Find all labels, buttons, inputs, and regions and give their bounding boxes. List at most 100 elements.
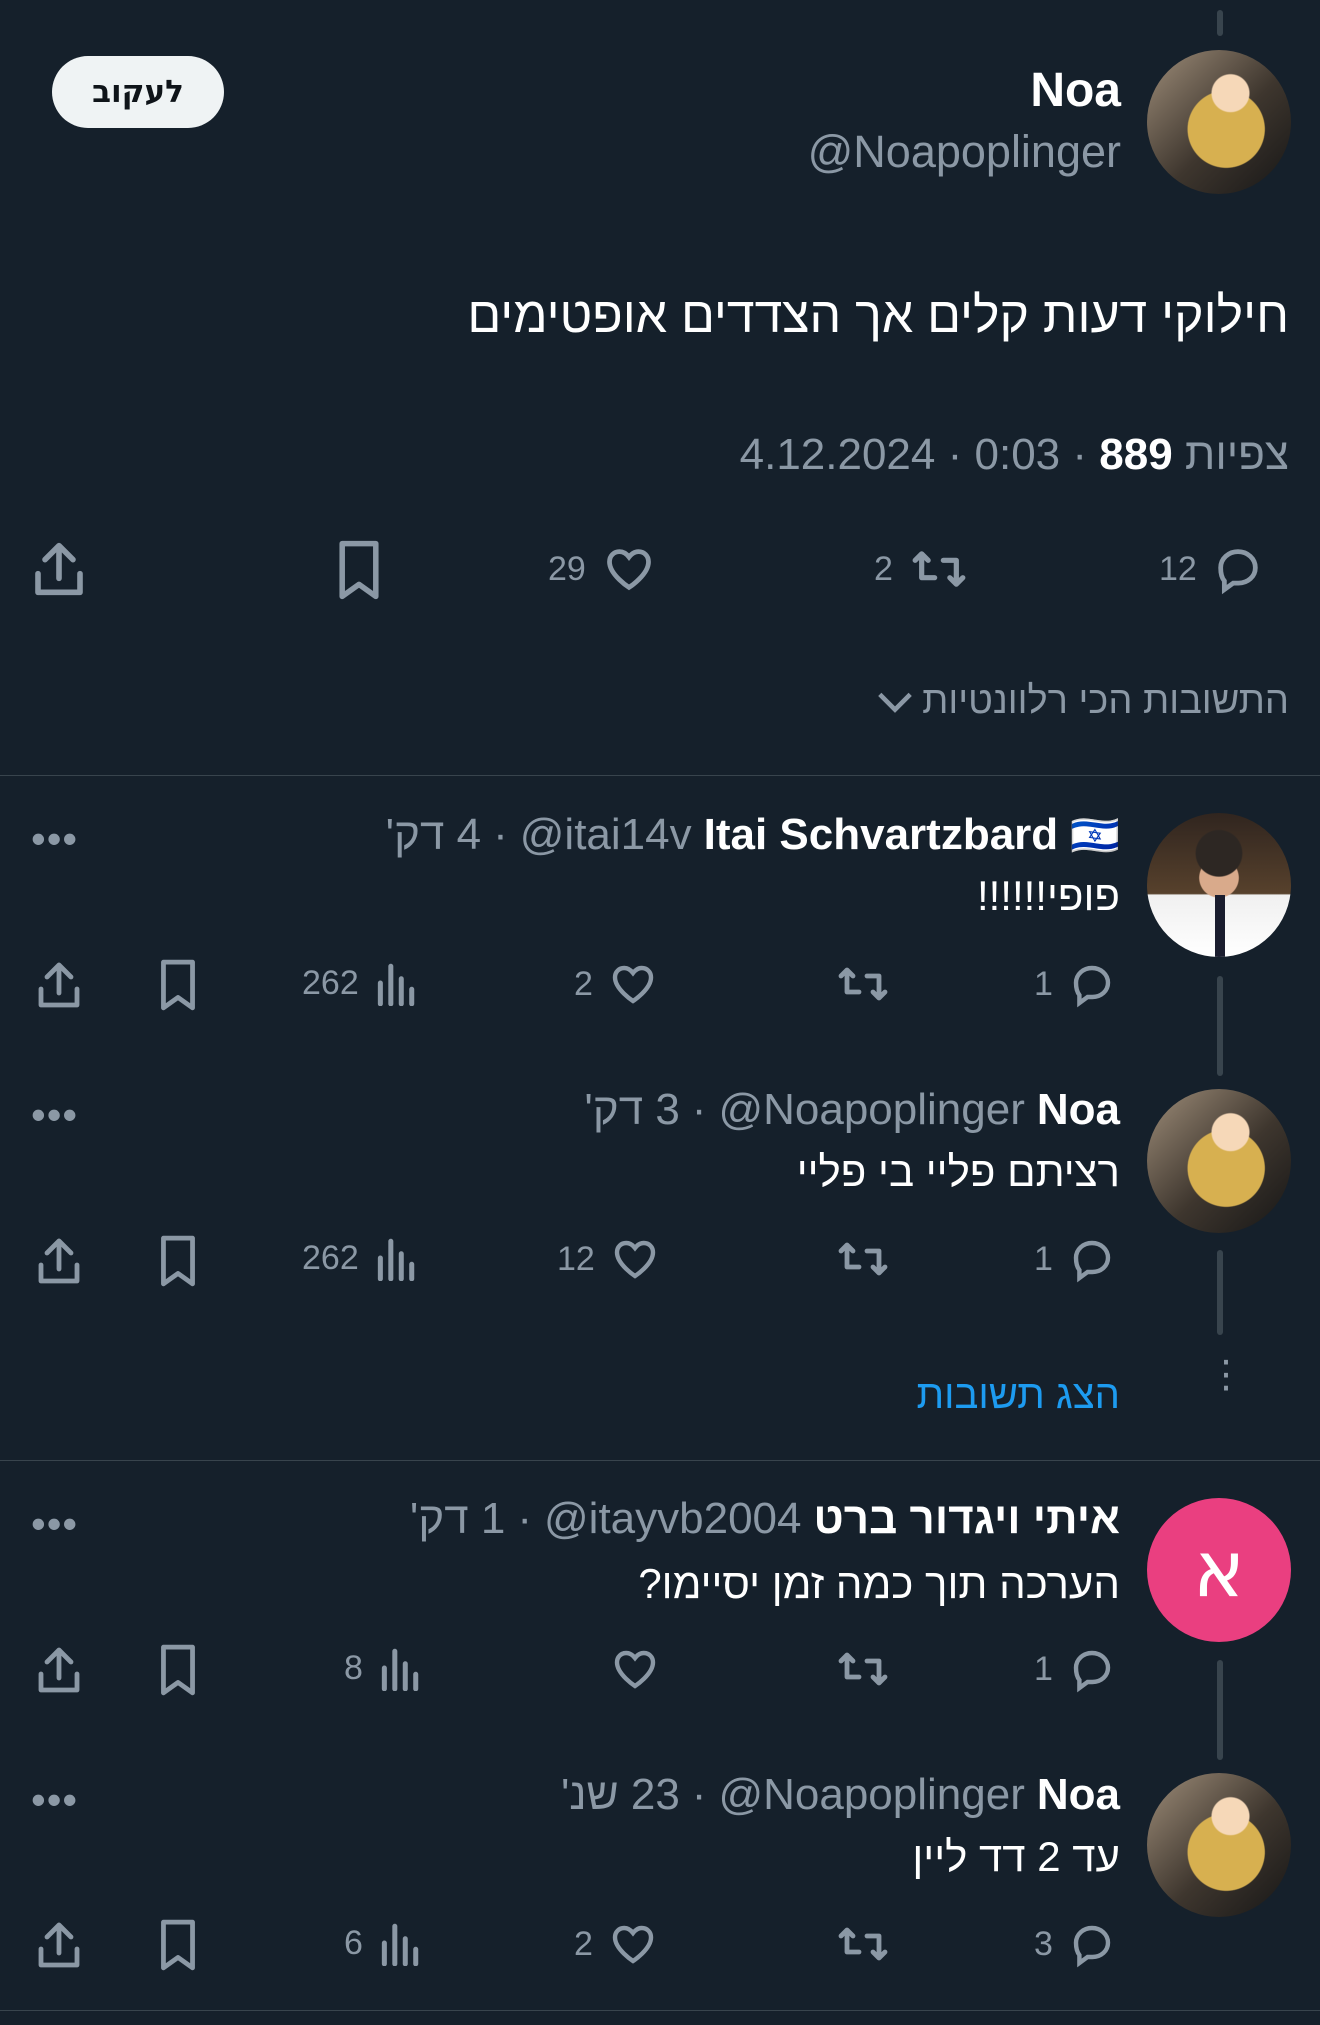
- reply-handle[interactable]: @itai14v: [520, 810, 692, 860]
- author-name[interactable]: Noa: [1030, 63, 1121, 118]
- reply-author-name[interactable]: איתי ויגדור ברט: [814, 1494, 1121, 1544]
- reply-icon: [1073, 1925, 1111, 1968]
- reply-repost-button[interactable]: [834, 1645, 892, 1693]
- thread-connector: [1217, 1660, 1223, 1760]
- metadata-separator: ·: [1072, 430, 1088, 479]
- post-time: 0:03: [974, 430, 1061, 479]
- reply-count: 1: [1034, 964, 1053, 1003]
- reply-avatar[interactable]: [1147, 1089, 1291, 1233]
- like-icon: [614, 1240, 656, 1279]
- views-count: 6: [344, 1923, 363, 1962]
- replies-sort-button[interactable]: התשובות הכי רלוונטיות: [876, 680, 1289, 723]
- reply-share-button[interactable]: [35, 1918, 83, 1977]
- reply-reply-button[interactable]: 3: [1034, 1920, 1117, 1968]
- reply-views-button[interactable]: 8: [344, 1645, 421, 1691]
- views-icon: [381, 1923, 419, 1966]
- reply-handle[interactable]: @Noapoplinger: [718, 1770, 1024, 1820]
- bookmark-icon: [161, 1919, 195, 1971]
- reply-like-button[interactable]: 2: [574, 960, 659, 1008]
- metadata-separator: ·: [691, 1085, 707, 1134]
- post-views-label: צפיות: [1184, 430, 1289, 479]
- section-divider: [0, 2010, 1320, 2011]
- reply-share-button[interactable]: [35, 1234, 83, 1293]
- show-replies-link[interactable]: הצג תשובות: [916, 1373, 1120, 1418]
- reply-handle[interactable]: @Noapoplinger: [718, 1085, 1024, 1135]
- metadata-separator: ·: [691, 1770, 707, 1819]
- main-bookmark-button[interactable]: [335, 538, 383, 607]
- repost-count: 2: [874, 549, 893, 588]
- reply-reply-button[interactable]: 1: [1034, 1645, 1117, 1693]
- views-icon: [381, 1648, 419, 1691]
- more-button[interactable]: •••: [31, 1094, 78, 1136]
- reply-reply-button[interactable]: 1: [1034, 960, 1117, 1008]
- like-icon: [612, 965, 654, 1004]
- thread-connector: [1217, 976, 1223, 1076]
- author-avatar[interactable]: [1147, 50, 1291, 194]
- more-button[interactable]: •••: [31, 1503, 78, 1545]
- more-button[interactable]: •••: [31, 1779, 78, 1821]
- main-share-button[interactable]: [31, 538, 87, 605]
- like-count: 2: [574, 964, 593, 1003]
- reply-count: 12: [1159, 549, 1197, 588]
- thread-more-dots: ⋮: [1207, 1354, 1245, 1396]
- reply-share-button[interactable]: [35, 958, 83, 1017]
- chevron-down-icon: [878, 692, 912, 713]
- post-metadata: צפיות 889 · 0:03 · 4.12.2024: [740, 430, 1289, 480]
- like-count: 29: [548, 549, 586, 588]
- reply-views-button[interactable]: 262: [302, 960, 417, 1006]
- section-divider: [0, 1460, 1320, 1461]
- reply-repost-button[interactable]: [834, 1920, 892, 1968]
- reply-avatar[interactable]: [1147, 1773, 1291, 1917]
- author-handle[interactable]: @Noapoplinger: [808, 126, 1121, 178]
- reply-author-name[interactable]: Noa: [1037, 1770, 1120, 1820]
- post-views-count: 889: [1099, 430, 1173, 479]
- reply-icon: [1218, 549, 1258, 595]
- reply-repost-button[interactable]: [834, 960, 892, 1008]
- views-icon: [377, 1238, 414, 1281]
- reply-like-button[interactable]: 12: [557, 1235, 661, 1283]
- main-repost-button[interactable]: 2: [874, 543, 971, 595]
- views-count: 262: [302, 963, 359, 1002]
- reply-time: 1 דק': [409, 1494, 506, 1543]
- share-icon: [38, 1238, 80, 1284]
- reply-like-button[interactable]: 2: [574, 1920, 659, 1968]
- reply-share-button[interactable]: [35, 1643, 83, 1702]
- thread-connector: [1217, 1250, 1223, 1335]
- reply-header: Noa @Noapoplinger · 23 שנ': [561, 1770, 1120, 1820]
- reply-bookmark-button[interactable]: [157, 1234, 199, 1293]
- follow-button[interactable]: לעקוב: [52, 56, 224, 128]
- views-count: 262: [302, 1238, 359, 1277]
- share-icon: [35, 542, 83, 596]
- reply-views-button[interactable]: 6: [344, 1920, 421, 1966]
- reply-like-button[interactable]: [609, 1645, 661, 1693]
- reply-time: 3 דק': [584, 1085, 680, 1134]
- reply-handle[interactable]: @itayvb2004: [544, 1494, 802, 1544]
- post-date: 4.12.2024: [739, 430, 936, 479]
- reply-bookmark-button[interactable]: [157, 958, 199, 1017]
- reply-count: 1: [1034, 1649, 1053, 1688]
- share-icon: [38, 962, 80, 1008]
- thread-top-line: [1217, 10, 1223, 36]
- reply-author-name[interactable]: Noa: [1037, 1085, 1120, 1135]
- views-icon: [377, 963, 414, 1006]
- reply-avatar[interactable]: [1147, 813, 1291, 957]
- main-reply-button[interactable]: 12: [1159, 543, 1265, 595]
- reply-reply-button[interactable]: 1: [1034, 1235, 1117, 1283]
- reply-bookmark-button[interactable]: [157, 1918, 199, 1977]
- reply-time: 4 דק': [385, 810, 482, 859]
- more-button[interactable]: •••: [31, 818, 78, 860]
- main-like-button[interactable]: 29: [548, 543, 658, 595]
- metadata-separator: ·: [517, 1494, 532, 1543]
- letter-avatar[interactable]: א: [1147, 1498, 1291, 1642]
- views-count: 8: [344, 1648, 363, 1687]
- reply-icon: [1073, 965, 1111, 1008]
- reply-bookmark-button[interactable]: [157, 1643, 199, 1702]
- reply-text: הערכה תוך כמה זמן יסיימו?: [638, 1560, 1120, 1607]
- reply-views-button[interactable]: 262: [302, 1235, 417, 1281]
- section-divider: [0, 775, 1320, 776]
- repost-icon: [838, 967, 888, 1001]
- reply-author-name[interactable]: Itai Schvartzbard: [704, 810, 1059, 860]
- reply-repost-button[interactable]: [834, 1235, 892, 1283]
- reply-icon: [1073, 1240, 1111, 1283]
- sort-label: התשובות הכי רלוונטיות: [922, 680, 1289, 722]
